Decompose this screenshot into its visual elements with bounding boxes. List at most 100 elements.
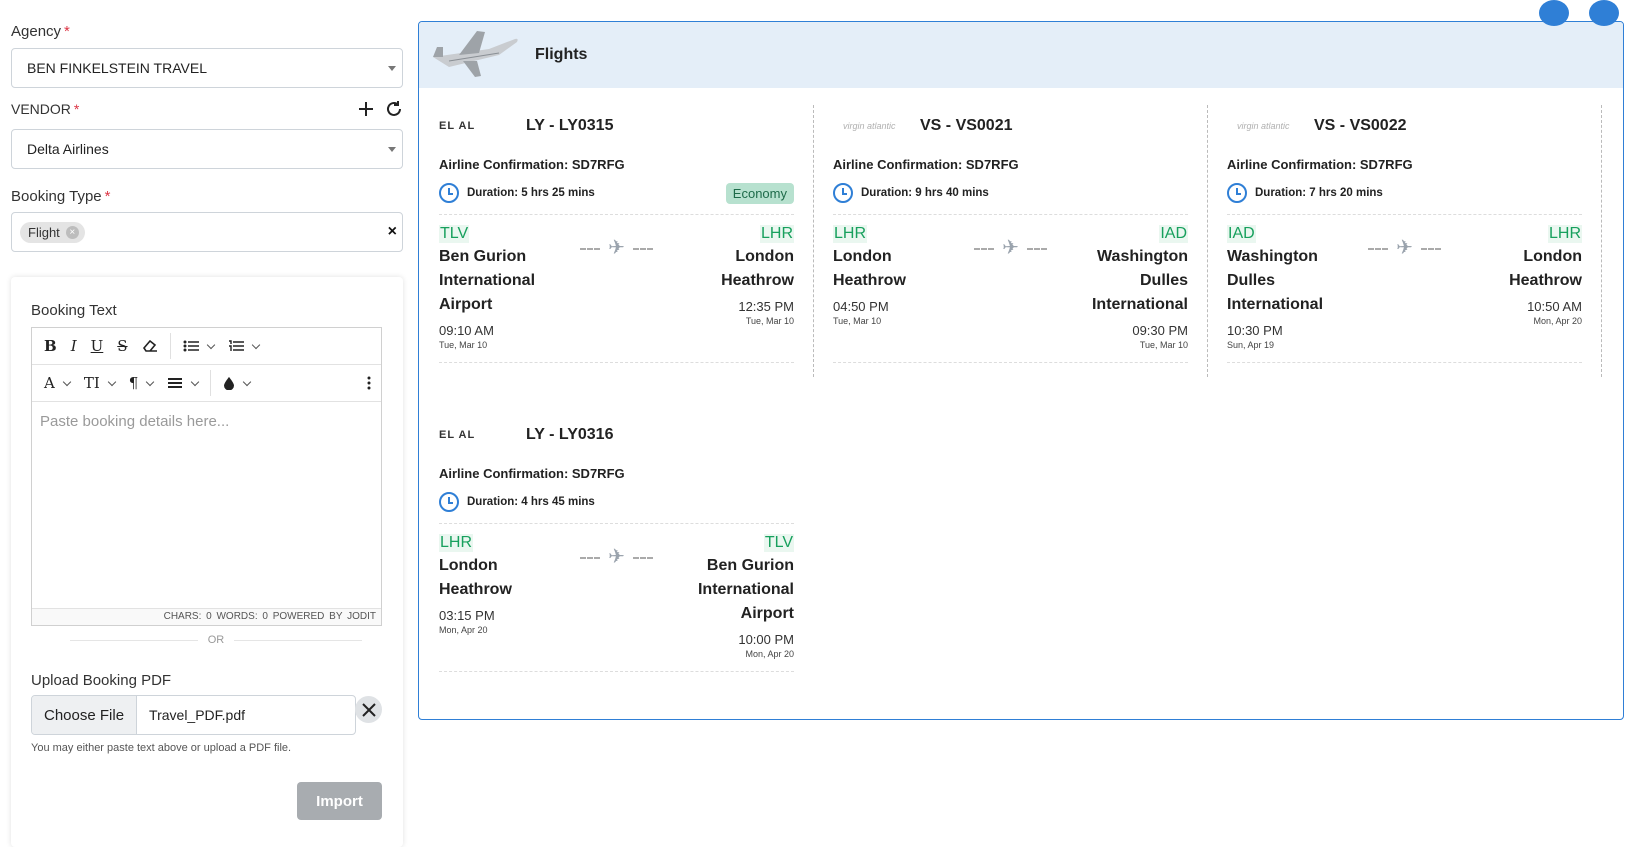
editor-toolbar-row-2: A TI ¶	[32, 365, 381, 402]
route-connector: ✈	[574, 534, 659, 659]
arrival-date: Tue, Mar 10	[1139, 340, 1188, 350]
airline-confirmation: Airline Confirmation: SD7RFG	[833, 157, 1019, 172]
vendor-label: VENDOR *	[11, 101, 80, 117]
route-connector: ✈	[968, 225, 1053, 350]
departure: LHR London Heathrow 03:15 PM Mon, Apr 20	[439, 534, 574, 659]
editor-toolbar-row-1: B I U S	[32, 328, 381, 365]
line-height-icon[interactable]	[161, 369, 204, 397]
bold-icon[interactable]: B	[38, 332, 63, 360]
flights-header: Flights	[419, 22, 1623, 88]
arrival: LHR London Heathrow 12:35 PM Tue, Mar 10	[659, 225, 794, 350]
paragraph-icon[interactable]: ¶	[123, 369, 160, 397]
avatar[interactable]	[1589, 0, 1619, 26]
booking-type-label: Booking Type *	[11, 188, 111, 205]
booking-type-chip: Flight ×	[20, 221, 85, 243]
departure-city: London Heathrow	[833, 248, 906, 289]
arrival-time: 09:30 PM	[1132, 323, 1188, 338]
agency-select[interactable]: BEN FINKELSTEIN TRAVEL	[11, 48, 403, 88]
upload-hint: You may either paste text above or uploa…	[31, 742, 292, 754]
flights-panel: Flights EL AL LY - LY0315 Airline Confir…	[418, 0, 1624, 720]
departure-code: LHR	[439, 534, 474, 552]
cabin-badge: Economy	[725, 182, 794, 204]
airline-logo: virgin atlantic	[843, 121, 896, 131]
departure: TLV Ben Gurion International Airport 09:…	[439, 225, 574, 350]
chevron-down-icon	[206, 340, 215, 349]
font-size-icon[interactable]: TI	[78, 369, 121, 397]
agency-label-row: Agency *	[11, 23, 70, 40]
clear-file-icon[interactable]	[355, 696, 382, 723]
bullet-list-icon[interactable]	[177, 332, 220, 360]
more-options-icon[interactable]	[361, 369, 377, 397]
eraser-icon[interactable]	[136, 332, 164, 360]
chevron-down-icon	[388, 66, 396, 71]
departure-time: 03:15 PM	[439, 608, 495, 623]
flight-number: LY - LY0316	[526, 426, 614, 443]
airline-confirmation: Airline Confirmation: SD7RFG	[1227, 157, 1413, 172]
duration: Duration: 9 hrs 40 mins	[861, 187, 989, 199]
arrival: TLV Ben Gurion International Airport 10:…	[659, 534, 794, 659]
departure-date: Tue, Mar 10	[833, 316, 882, 326]
arrival-time: 10:50 AM	[1527, 299, 1582, 314]
airline-logo: virgin atlantic	[1237, 121, 1290, 131]
flight-segment-card: virgin atlantic VS - VS0021 Airline Conf…	[833, 105, 1208, 377]
departure-code: IAD	[1227, 225, 1256, 243]
clear-icon[interactable]: ×	[388, 223, 397, 241]
clock-icon	[439, 183, 459, 203]
italic-icon[interactable]: I	[65, 332, 83, 360]
duration: Duration: 7 hrs 20 mins	[1255, 187, 1383, 199]
segment-header: virgin atlantic VS - VS0021	[833, 105, 1188, 147]
vendor-select[interactable]: Delta Airlines	[11, 129, 403, 169]
arrival-code: IAD	[1159, 225, 1188, 243]
import-button[interactable]: Import	[297, 782, 382, 820]
departure-time: 04:50 PM	[833, 299, 889, 314]
rich-text-editor: B I U S A TI ¶ Paste booking details her…	[31, 327, 382, 626]
chip-label: Flight	[28, 224, 60, 240]
flight-segment-card: EL AL LY - LY0316 Airline Confirmation: …	[439, 414, 794, 672]
departure-date: Tue, Mar 10	[439, 340, 488, 350]
departure-date: Mon, Apr 20	[439, 625, 488, 635]
airline-logo: EL AL	[439, 429, 476, 441]
numbered-list-icon[interactable]	[222, 332, 265, 360]
departure-code: TLV	[439, 225, 470, 243]
plane-icon: ✈	[1002, 237, 1019, 259]
arrival-city: London Heathrow	[1509, 248, 1582, 289]
add-vendor-icon[interactable]	[357, 100, 375, 118]
chip-remove-icon[interactable]: ×	[65, 225, 79, 239]
flight-segment-card: virgin atlantic VS - VS0022 Airline Conf…	[1227, 105, 1602, 377]
font-icon[interactable]: A	[38, 369, 76, 397]
underline-icon[interactable]: U	[85, 332, 110, 360]
choose-file-button[interactable]: Choose File	[32, 696, 138, 734]
strikethrough-icon[interactable]: S	[111, 332, 133, 360]
segment-header: EL AL LY - LY0316	[439, 414, 794, 456]
chevron-down-icon	[251, 340, 260, 349]
airline-confirmation: Airline Confirmation: SD7RFG	[439, 466, 625, 481]
plane-icon: ✈	[608, 237, 625, 259]
file-input[interactable]: Choose File Travel_PDF.pdf	[31, 695, 356, 735]
or-divider: OR	[70, 634, 362, 646]
flight-segment-card: EL AL LY - LY0315 Airline Confirmation: …	[439, 105, 814, 377]
route-connector: ✈	[574, 225, 659, 350]
arrival-date: Mon, Apr 20	[1533, 316, 1582, 326]
arrival: LHR London Heathrow 10:50 AM Mon, Apr 20	[1447, 225, 1582, 350]
booking-type-select[interactable]: Flight × ×	[11, 212, 403, 252]
arrival-city: London Heathrow	[721, 248, 794, 289]
duration: Duration: 4 hrs 45 mins	[467, 496, 595, 508]
avatar[interactable]	[1539, 0, 1569, 26]
booking-text-editor[interactable]: Paste booking details here...	[32, 404, 381, 608]
refresh-icon[interactable]	[385, 100, 403, 118]
plane-icon: ✈	[1396, 237, 1413, 259]
duration-row: Duration: 5 hrs 25 mins Economy	[439, 180, 794, 206]
agency-label: Agency *	[11, 23, 70, 40]
route-connector: ✈	[1362, 225, 1447, 350]
vendor-actions	[357, 100, 403, 118]
color-drop-icon[interactable]	[217, 369, 256, 397]
segment-header: virgin atlantic VS - VS0022	[1227, 105, 1582, 147]
departure-time: 09:10 AM	[439, 323, 494, 338]
arrival-date: Tue, Mar 10	[745, 316, 794, 326]
route: LHR London Heathrow 03:15 PM Mon, Apr 20…	[439, 534, 794, 659]
plane-icon: ✈	[608, 546, 625, 568]
airline-confirmation: Airline Confirmation: SD7RFG	[439, 157, 625, 172]
import-card: Booking Text B I U S A TI ¶ Paste bookin…	[11, 277, 403, 847]
agency-value: BEN FINKELSTEIN TRAVEL	[27, 60, 207, 76]
file-name: Travel_PDF.pdf	[149, 707, 246, 723]
